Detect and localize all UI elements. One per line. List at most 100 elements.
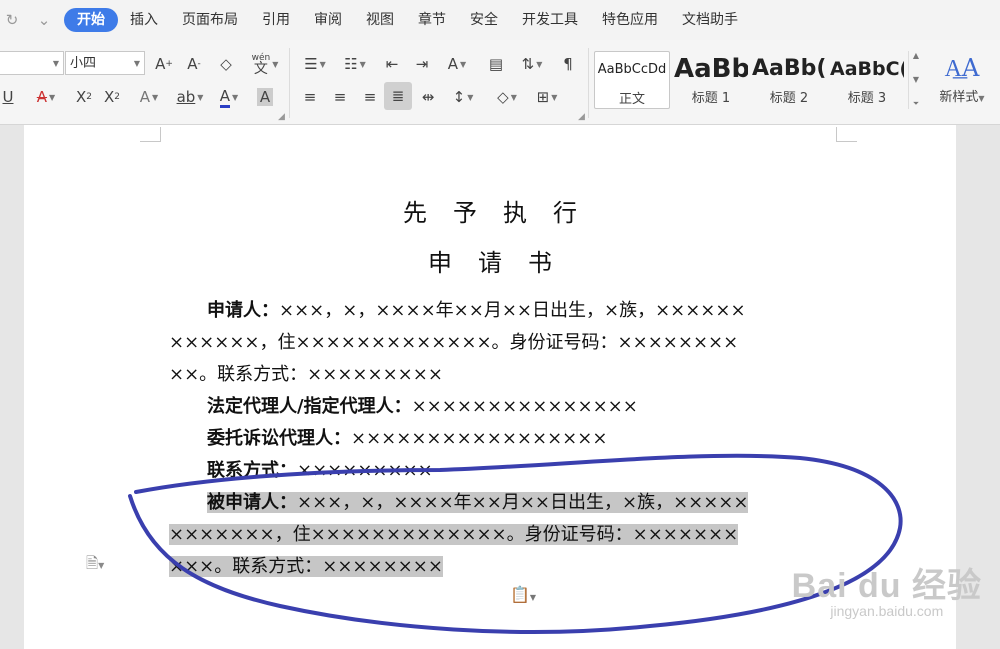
phonetic-guide-icon[interactable]: wén 文 ▼ — [248, 51, 282, 77]
styles-scroll[interactable]: ▲ ▼ ⏷ — [908, 51, 923, 109]
baidu-watermark: Bai du 经验 jingyan.baidu.com — [792, 558, 982, 619]
chevron-down-icon: ▼ — [152, 92, 159, 102]
increase-indent-icon[interactable]: ⇥ — [410, 51, 434, 77]
field-value: ××。联系方式：××××××××× — [169, 364, 443, 385]
chevron-down-icon: ▼ — [510, 92, 517, 102]
highlight-icon[interactable]: ab ▼ — [172, 84, 208, 110]
decrease-font-icon[interactable]: A- — [182, 51, 206, 77]
numbered-list-icon[interactable]: ☷ ▼ — [338, 51, 372, 77]
field-label: 委托诉讼代理人： — [207, 428, 351, 449]
chevron-down-icon: ▼ — [460, 59, 467, 69]
chevron-down-icon[interactable]: ▼ — [913, 75, 919, 84]
ribbon-separator — [289, 48, 290, 118]
chevron-down-icon: ▼ — [197, 92, 204, 102]
chevron-down-icon: ▼ — [133, 59, 140, 68]
align-left-icon[interactable]: ≡ — [298, 84, 322, 110]
tab-review[interactable]: 审阅 — [302, 8, 354, 32]
doc-line: ××××××，住×××××××××××××。身份证号码：×××××××× — [169, 327, 835, 359]
text-effect-icon[interactable]: A ▼ — [132, 84, 166, 110]
font-color-icon[interactable]: A ▼ — [212, 84, 246, 110]
style-heading-2[interactable]: AaBb( 标题 2 — [752, 51, 826, 109]
style-preview: AaBb( — [752, 56, 826, 81]
line-spacing-icon[interactable]: ↕ ▼ — [446, 84, 480, 110]
menu-tab-bar: ↻ ⌄ 开始 插入 页面布局 引用 审阅 视图 章节 安全 开发工具 特色应用 … — [0, 0, 1000, 40]
tab-insert[interactable]: 插入 — [118, 8, 170, 32]
chevron-down-icon: ▼ — [232, 92, 239, 102]
tab-section[interactable]: 章节 — [406, 8, 458, 32]
chevron-down-icon: ▼ — [536, 59, 543, 69]
document-options-icon[interactable]: 🗎▼ — [86, 553, 104, 578]
bullet-list-icon[interactable]: ☰ ▼ — [298, 51, 332, 77]
font-name-select[interactable]: ▼ — [0, 51, 64, 75]
tab-developer[interactable]: 开发工具 — [510, 8, 590, 32]
style-preview: AaBbC( — [830, 58, 904, 80]
increase-font-icon[interactable]: A + — [152, 51, 176, 77]
tab-home[interactable]: 开始 — [64, 8, 118, 32]
superscript-icon[interactable]: X2 — [72, 84, 96, 110]
new-style-button[interactable]: A͟A 新样式▼ — [932, 50, 992, 114]
doc-line: 申请人：×××，×，××××年××月××日出生，×族，×××××× — [169, 295, 835, 327]
style-heading-3[interactable]: AaBbC( 标题 3 — [830, 51, 904, 109]
style-label: 标题 3 — [847, 91, 887, 106]
sort-icon[interactable]: ⇅ ▼ — [514, 51, 550, 77]
decrease-indent-icon[interactable]: ⇤ — [380, 51, 404, 77]
distribute-icon[interactable]: ⇹ — [416, 84, 440, 110]
paste-options-icon[interactable]: 📋▼ — [510, 585, 536, 604]
redo-icon[interactable]: ↻ — [0, 11, 24, 29]
tab-references[interactable]: 引用 — [250, 8, 302, 32]
shading-icon[interactable]: ◇ ▼ — [490, 84, 524, 110]
chevron-down-icon: ▼ — [49, 92, 56, 102]
new-style-label: 新样式 — [939, 90, 979, 105]
text-style-icon[interactable]: ▤ — [484, 51, 508, 77]
field-value: ××××××××××××××××× — [351, 428, 608, 449]
text-direction-icon[interactable]: A ▼ — [440, 51, 474, 77]
chevron-down-icon: ▼ — [52, 59, 59, 68]
align-center-icon[interactable]: ≡ — [328, 84, 352, 110]
style-normal[interactable]: AaBbCcDd 正文 — [594, 51, 670, 109]
watermark-logo-text: Bai du 经验 — [791, 567, 982, 605]
doc-line: ××。联系方式：××××××××× — [169, 359, 835, 391]
align-right-icon[interactable]: ≡ — [358, 84, 382, 110]
strikethrough-icon[interactable]: A ▼ — [30, 84, 62, 110]
justify-icon[interactable]: ≣ — [384, 82, 412, 110]
tab-security[interactable]: 安全 — [458, 8, 510, 32]
crop-mark — [836, 127, 857, 142]
style-label: 标题 1 — [691, 91, 731, 106]
chevron-up-icon[interactable]: ▲ — [913, 51, 919, 60]
chevron-down-icon: ▼ — [319, 59, 326, 69]
style-preview: AaBbCcDd — [597, 62, 667, 77]
char-shading-icon[interactable]: A — [254, 84, 276, 110]
ribbon-home: ▼ 小四 ▼ A + A- ◇ wén 文 ▼ U A ▼ X2 X2 A ▼ ab ▼… — [0, 40, 1000, 125]
underline-icon[interactable]: U — [0, 84, 16, 110]
clear-format-icon[interactable]: ◇ — [214, 51, 238, 77]
phonetic-char: 文 — [253, 61, 268, 77]
chevron-down-icon: ▼ — [551, 92, 558, 102]
field-value: ×××。联系方式：×××××××× — [169, 556, 443, 577]
style-label: 正文 — [618, 92, 645, 107]
field-value: ××××××××××××××× — [411, 396, 638, 417]
style-heading-1[interactable]: AaBb 标题 1 — [674, 51, 748, 109]
tab-view[interactable]: 视图 — [354, 8, 406, 32]
dialog-launcher-icon[interactable]: ◢ — [578, 112, 585, 122]
tab-doc-assistant[interactable]: 文档助手 — [670, 8, 750, 32]
selected-doc-line[interactable]: ×××××××，住×××××××××××××。身份证号码：××××××× — [169, 519, 835, 551]
field-label: 法定代理人/指定代理人： — [207, 396, 412, 417]
chevron-down-icon: ▼ — [359, 59, 366, 69]
dialog-launcher-icon[interactable]: ◢ — [278, 112, 285, 122]
customize-quick-access-icon[interactable]: ⌄ — [24, 11, 64, 29]
chevron-down-icon: ▼ — [467, 92, 474, 102]
subscript-icon[interactable]: X2 — [100, 84, 124, 110]
expand-gallery-icon[interactable]: ⏷ — [913, 99, 919, 109]
chevron-down-icon: ▼ — [978, 94, 985, 103]
chevron-down-icon: ▼ — [272, 59, 279, 69]
borders-icon[interactable]: ⊞ ▼ — [530, 84, 564, 110]
tab-page-layout[interactable]: 页面布局 — [170, 8, 250, 32]
show-marks-icon[interactable]: ¶ — [556, 51, 580, 77]
crop-mark — [140, 127, 161, 142]
new-style-icon: A͟A — [944, 54, 980, 82]
style-preview: AaBb — [674, 54, 748, 84]
font-size-select[interactable]: 小四 ▼ — [65, 51, 145, 75]
selected-doc-line[interactable]: ×××。联系方式：×××××××× — [169, 551, 835, 583]
tab-special-apps[interactable]: 特色应用 — [590, 8, 670, 32]
selected-doc-line[interactable]: 被申请人：×××，×，××××年××月××日出生，×族，××××× — [207, 487, 835, 519]
